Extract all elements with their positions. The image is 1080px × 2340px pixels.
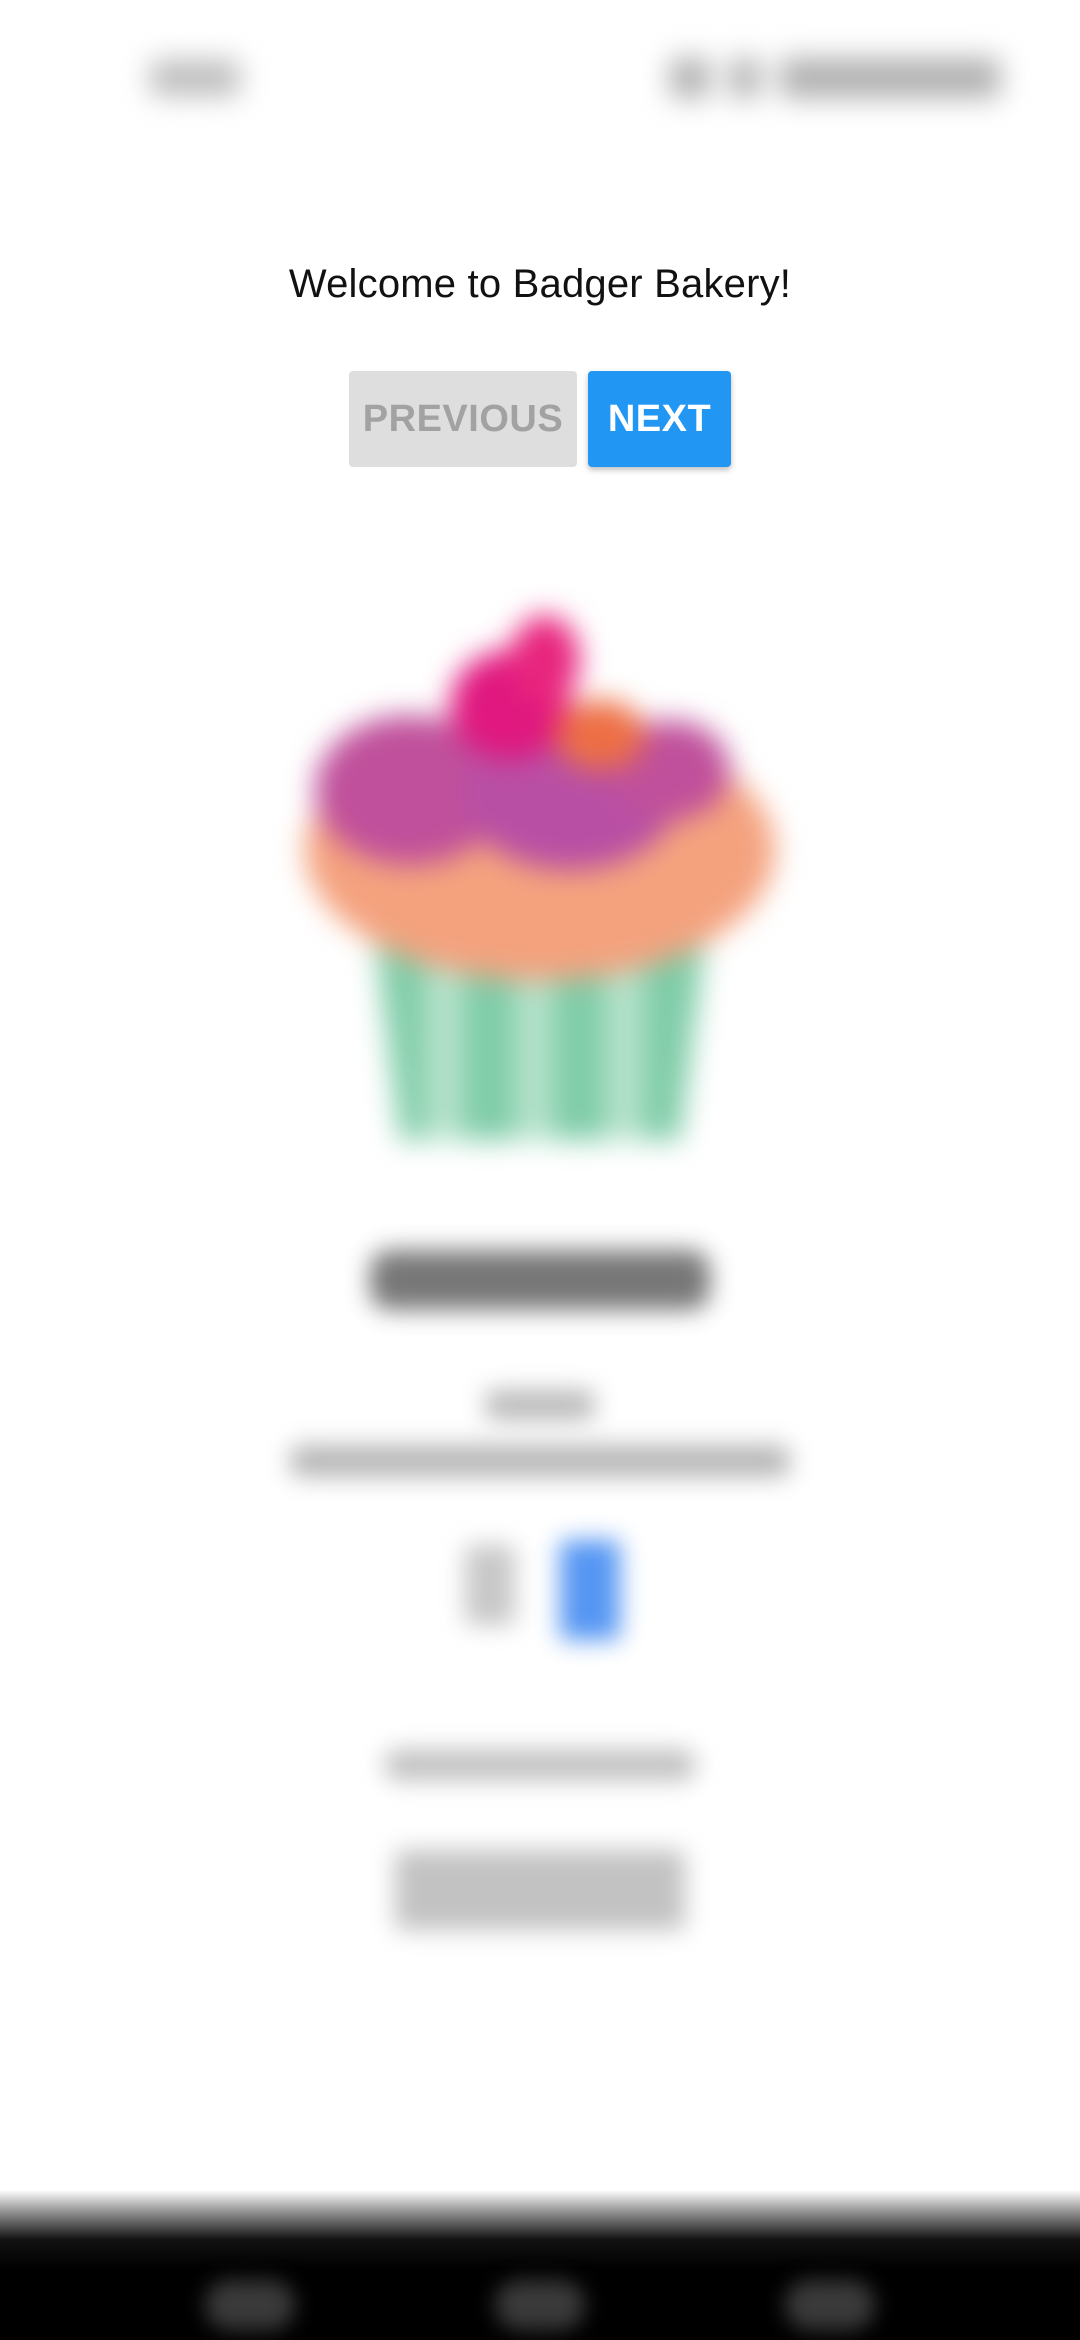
previous-button[interactable]: PREVIOUS [349,371,577,467]
notification-icon [670,58,710,98]
quantity-increment-button[interactable] [560,1540,620,1640]
signal-icon [730,58,760,98]
home-icon[interactable] [495,2280,585,2330]
recents-icon[interactable] [785,2280,875,2330]
app-screen: Welcome to Badger Bakery! PREVIOUS NEXT [0,0,1080,2340]
product-price [485,1390,595,1420]
cart-summary-text [385,1750,695,1780]
status-icons [670,58,1000,98]
product-description [290,1445,790,1477]
add-to-cart-button[interactable] [395,1850,685,1930]
product-area [0,560,1080,1960]
battery-icon [780,58,1000,98]
welcome-message: Welcome to Badger Bakery! [288,262,792,306]
cupcake-icon [305,615,775,1140]
product-title [370,1250,710,1310]
quantity-decrement-button[interactable] [465,1545,515,1625]
status-time [150,60,240,96]
back-icon[interactable] [205,2280,295,2330]
status-bar [0,0,1080,160]
system-navigation-bar [0,2190,1080,2340]
navigation-buttons: PREVIOUS NEXT [349,371,731,467]
next-button[interactable]: NEXT [588,371,731,467]
